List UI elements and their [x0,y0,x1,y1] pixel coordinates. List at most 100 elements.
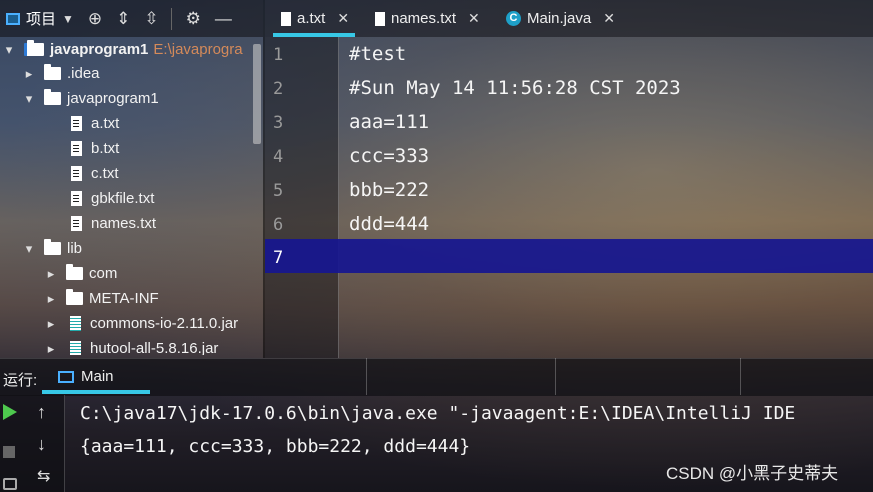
minimize-icon[interactable]: — [215,9,232,29]
locate-icon[interactable]: ⊕ [88,9,102,29]
text-file-icon [281,11,291,26]
console-line: C:\java17\jdk-17.0.6\bin\java.exe "-java… [80,403,796,424]
tree-item[interactable]: ▸ .idea [22,61,100,86]
close-icon[interactable]: ✕ [468,10,480,27]
chevron-down-icon: ▼ [62,11,74,26]
folder-icon [66,289,83,305]
project-toolbar: 项目 ▼ ⊕ ⇕ ⇳ ⚙ — [0,0,263,37]
tree-item[interactable]: ▾ javaprogram1 [22,86,159,111]
line-number: 6 [273,215,284,235]
tree-item-label: .idea [67,65,100,82]
run-label: 运行: [3,372,38,389]
project-icon [6,12,20,25]
header-divider [366,358,367,395]
console-line: {aaa=111, ccc=333, bbb=222, ddd=444} [80,436,471,457]
line-number: 2 [273,79,284,99]
jar-icon [70,341,81,355]
chevron-down-icon[interactable]: ▾ [2,42,16,58]
chevron-down-icon[interactable]: ▾ [22,91,36,107]
tree-item-label: META-INF [89,290,159,307]
tree-item-label: b.txt [91,140,120,157]
code-line[interactable]: ccc=333 [349,145,429,167]
tree-item[interactable]: names.txt [71,211,156,236]
tree-item-label: hutool-all-5.8.16.jar [90,340,219,355]
tree-item-label: gbkfile.txt [91,190,155,207]
text-file-icon [71,116,82,131]
close-icon[interactable]: ✕ [603,10,615,27]
tree-item-label: com [89,265,118,282]
tab-main-java[interactable]: C Main.java ✕ [506,0,615,37]
text-file-icon [375,11,385,26]
arrow-down-icon[interactable]: ↓ [37,434,46,455]
project-scrollbar[interactable] [253,44,261,144]
folder-icon [44,239,61,255]
expand-all-icon[interactable]: ⇕ [116,9,130,29]
tab-label: names.txt [391,10,457,27]
chevron-right-icon[interactable]: ▸ [44,341,58,356]
header-divider [740,358,741,395]
chevron-right-icon[interactable]: ▸ [22,66,36,82]
jar-icon [70,316,81,331]
tab-label: Main.java [527,10,592,27]
java-class-icon: C [506,11,521,26]
tree-item-label: names.txt [91,215,157,232]
chevron-right-icon[interactable]: ▸ [44,291,58,307]
text-file-icon [71,216,82,231]
gear-icon[interactable]: ⚙ [186,9,201,29]
tree-item[interactable]: ▸ com [44,261,117,286]
soft-wrap-icon[interactable]: ⇆ [37,466,50,486]
editor-tab-bar: a.txt ✕ names.txt ✕ C Main.java ✕ [265,0,873,37]
module-path-hint: E:\javaprogra [153,41,243,58]
close-icon[interactable]: ✕ [337,10,349,27]
project-tree: ▾ javaprogram1 E:\javaprogra ▸ .idea ▾ j… [0,37,263,355]
tree-item-label: lib [67,240,83,257]
collapse-all-icon[interactable]: ⇳ [144,9,158,29]
arrow-up-icon[interactable]: ↑ [37,402,46,423]
header-divider [555,358,556,395]
line-number: 7 [273,248,284,268]
run-tab-label: Main [81,368,114,385]
code-line[interactable]: ddd=444 [349,213,429,235]
tree-item[interactable]: a.txt [71,111,119,136]
line-number: 4 [273,147,284,167]
project-title: 项目 [26,11,57,28]
tree-item[interactable]: ▾ lib [22,236,82,261]
camera-icon[interactable] [3,478,17,490]
tree-item-label: c.txt [91,165,119,182]
project-view-selector[interactable]: 项目 ▼ [0,8,74,29]
tree-item[interactable]: ▾ javaprogram1 E:\javaprogra [2,37,243,62]
module-folder-icon [24,40,44,56]
tree-item-label: javaprogram1 [67,90,159,107]
watermark: CSDN @小黑子史蒂夫 [666,464,839,483]
chevron-right-icon[interactable]: ▸ [44,266,58,282]
console-icon [58,370,74,383]
tree-item[interactable]: ▸ META-INF [44,286,159,311]
tree-item[interactable]: b.txt [71,136,119,161]
code-line[interactable]: aaa=111 [349,111,429,133]
code-line[interactable]: #Sun May 14 11:56:28 CST 2023 [349,77,681,99]
run-tab-main[interactable]: Main [58,368,114,385]
text-file-icon [71,166,82,181]
text-file-icon [71,141,82,156]
chevron-down-icon[interactable]: ▾ [22,241,36,257]
tab-a-txt[interactable]: a.txt ✕ [272,0,356,37]
run-tab-indicator [42,390,150,394]
folder-icon [44,89,61,105]
tree-item[interactable]: ▸ hutool-all-5.8.16.jar [44,336,218,355]
stop-icon[interactable] [3,446,15,458]
text-file-icon [71,191,82,206]
tab-names-txt[interactable]: names.txt ✕ [375,0,480,37]
rerun-icon[interactable] [3,404,17,420]
tree-item-label: commons-io-2.11.0.jar [90,315,239,332]
tree-item[interactable]: gbkfile.txt [71,186,154,211]
tree-item-label: a.txt [91,115,120,132]
tree-item[interactable]: c.txt [71,161,119,186]
line-number: 3 [273,113,284,133]
code-line[interactable]: bbb=222 [349,179,429,201]
toolbar-divider [170,7,172,30]
folder-icon [66,264,83,280]
code-line[interactable]: #test [349,43,406,65]
line-number: 5 [273,181,284,201]
chevron-right-icon[interactable]: ▸ [44,316,58,332]
tree-item[interactable]: ▸ commons-io-2.11.0.jar [44,311,238,336]
